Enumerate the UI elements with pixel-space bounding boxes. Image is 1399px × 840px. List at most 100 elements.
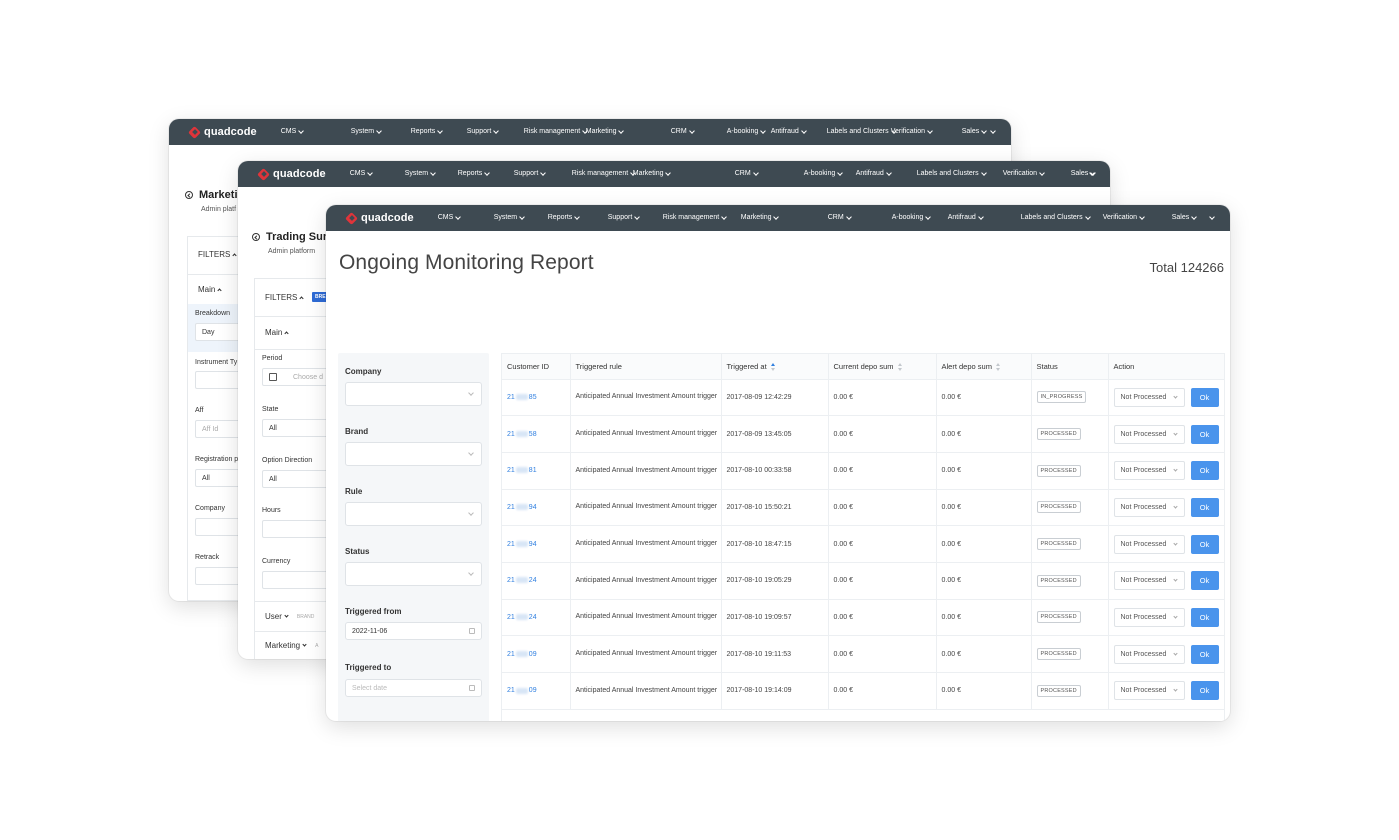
col-current-depo-sum[interactable]: Current depo sum xyxy=(828,354,937,380)
nav-item-risk-management[interactable]: Risk management xyxy=(572,169,637,177)
nav-item-reports[interactable]: Reports xyxy=(458,169,491,177)
customer-id-cell[interactable]: 21 58 xyxy=(502,415,571,453)
customer-id-link[interactable]: 21 85 xyxy=(507,394,537,401)
customer-id-link[interactable]: 21 94 xyxy=(507,541,537,548)
customer-id-link[interactable]: 21 09 xyxy=(507,687,537,694)
nav-item-labels-and-clusters[interactable]: Labels and Clusters xyxy=(1021,213,1091,221)
triggered-to-input[interactable]: Select date xyxy=(345,679,482,697)
customer-id-cell[interactable]: 21 94 xyxy=(502,525,571,563)
back-arrow-icon[interactable] xyxy=(252,233,260,241)
user-section-toggle[interactable]: User BRAND xyxy=(265,612,314,621)
nav-item-support[interactable]: Support xyxy=(467,127,500,135)
nav-item-marketing[interactable]: Marketing xyxy=(633,169,672,177)
sort-icon[interactable] xyxy=(995,362,1001,371)
customer-id-cell[interactable]: 21 24 xyxy=(502,599,571,637)
nav-item-risk-management[interactable]: Risk management xyxy=(663,213,728,221)
company-select[interactable] xyxy=(345,382,482,406)
customer-id-cell[interactable]: 21 09 xyxy=(502,672,571,710)
col-triggered-rule[interactable]: Triggered rule xyxy=(570,354,722,380)
customer-id-cell[interactable]: 21 09 xyxy=(502,635,571,673)
ok-button[interactable]: Ok xyxy=(1190,497,1219,517)
action-select[interactable]: Not Processed xyxy=(1113,534,1185,554)
customer-id-link[interactable]: 21 81 xyxy=(507,467,537,474)
nav-item-sales[interactable]: Sales xyxy=(1172,213,1198,221)
ok-button[interactable]: Ok xyxy=(1190,681,1219,701)
sort-icon[interactable] xyxy=(770,362,776,371)
sort-icon[interactable] xyxy=(897,362,903,371)
action-select[interactable]: Not Processed xyxy=(1113,387,1185,407)
action-select[interactable]: Not Processed xyxy=(1113,644,1185,664)
logo[interactable]: quadcode xyxy=(346,212,414,224)
nav-item-system[interactable]: System xyxy=(494,213,525,221)
logo[interactable]: quadcode xyxy=(189,126,257,138)
customer-id-cell[interactable]: 21 94 xyxy=(502,489,571,527)
ok-button[interactable]: Ok xyxy=(1190,534,1219,554)
nav-item-crm[interactable]: CRM xyxy=(735,169,759,177)
action-select[interactable]: Not Processed xyxy=(1113,607,1185,627)
nav-item-a-booking[interactable]: A-booking xyxy=(892,213,932,221)
back-arrow-icon[interactable] xyxy=(185,191,193,199)
nav-item-verification[interactable]: Verification xyxy=(1003,169,1045,177)
action-select[interactable]: Not Processed xyxy=(1113,681,1185,701)
nav-item-verification[interactable]: Verification xyxy=(891,127,933,135)
filters-toggle[interactable]: FILTERS xyxy=(198,250,237,259)
customer-id-link[interactable]: 21 58 xyxy=(507,431,537,438)
nav-item-labels-and-clusters[interactable]: Labels and Clusters xyxy=(917,169,987,177)
nav-item-cms[interactable]: CMS xyxy=(350,169,374,177)
nav-item-support[interactable]: Support xyxy=(514,169,547,177)
nav-item-cms[interactable]: CMS xyxy=(438,213,462,221)
rule-select[interactable] xyxy=(345,502,482,526)
total-count: Total 124266 xyxy=(1149,260,1224,275)
action-select[interactable]: Not Processed xyxy=(1113,424,1185,444)
triggered-from-input[interactable]: 2022-11-06 xyxy=(345,622,482,640)
table-row: 21 24 Anticipated Annual Investment Amoun… xyxy=(502,562,1224,600)
ok-button[interactable]: Ok xyxy=(1190,461,1219,481)
customer-id-link[interactable]: 21 94 xyxy=(507,504,537,511)
ok-button[interactable]: Ok xyxy=(1190,424,1219,444)
col-status[interactable]: Status xyxy=(1031,354,1109,380)
nav-item-support[interactable]: Support xyxy=(608,213,641,221)
nav-item-risk-management[interactable]: Risk management xyxy=(524,127,589,135)
nav-item-cms[interactable]: CMS xyxy=(281,127,305,135)
status-select[interactable] xyxy=(345,562,482,586)
nav-item-verification[interactable]: Verification xyxy=(1103,213,1145,221)
main-section-toggle[interactable]: Main xyxy=(198,285,222,294)
chevron-down-icon xyxy=(760,127,767,134)
nav-item-reports[interactable]: Reports xyxy=(548,213,581,221)
nav-item-marketing[interactable]: Marketing xyxy=(586,127,625,135)
nav-item-crm[interactable]: CRM xyxy=(828,213,852,221)
customer-id-cell[interactable]: 21 81 xyxy=(502,452,571,490)
nav-item-antifraud[interactable]: Antifraud xyxy=(948,213,984,221)
customer-id-link[interactable]: 21 09 xyxy=(507,651,537,658)
nav-item-a-booking[interactable]: A-booking xyxy=(804,169,844,177)
ok-button[interactable]: Ok xyxy=(1190,644,1219,664)
nav-item-antifraud[interactable]: Antifraud xyxy=(856,169,892,177)
nav-item-system[interactable]: System xyxy=(351,127,382,135)
filters-toggle[interactable]: FILTERS xyxy=(265,293,304,302)
ok-button[interactable]: Ok xyxy=(1190,387,1219,407)
col-triggered-at[interactable]: Triggered at xyxy=(721,354,829,380)
nav-item-reports[interactable]: Reports xyxy=(411,127,444,135)
customer-id-cell[interactable]: 21 24 xyxy=(502,562,571,600)
logo[interactable]: quadcode xyxy=(258,168,326,180)
nav-item-marketing[interactable]: Marketing xyxy=(741,213,780,221)
ok-button[interactable]: Ok xyxy=(1190,571,1219,591)
customer-id-link[interactable]: 21 24 xyxy=(507,577,537,584)
customer-id-link[interactable]: 21 24 xyxy=(507,614,537,621)
action-select[interactable]: Not Processed xyxy=(1113,497,1185,517)
col-customer-id[interactable]: Customer ID xyxy=(502,354,571,380)
col-alert-depo-sum[interactable]: Alert depo sum xyxy=(936,354,1032,380)
nav-item-sales[interactable]: Sales xyxy=(962,127,988,135)
action-select[interactable]: Not Processed xyxy=(1113,461,1185,481)
nav-item-system[interactable]: System xyxy=(405,169,436,177)
nav-item-crm[interactable]: CRM xyxy=(671,127,695,135)
action-select[interactable]: Not Processed xyxy=(1113,571,1185,591)
marketing-section-toggle[interactable]: Marketing A xyxy=(265,641,318,650)
nav-item-antifraud[interactable]: Antifraud xyxy=(771,127,807,135)
main-section-toggle[interactable]: Main xyxy=(265,328,289,337)
nav-item-labels-and-clusters[interactable]: Labels and Clusters xyxy=(827,127,897,135)
customer-id-cell[interactable]: 21 85 xyxy=(502,379,571,417)
ok-button[interactable]: Ok xyxy=(1190,607,1219,627)
brand-select[interactable] xyxy=(345,442,482,466)
nav-item-a-booking[interactable]: A-booking xyxy=(727,127,767,135)
